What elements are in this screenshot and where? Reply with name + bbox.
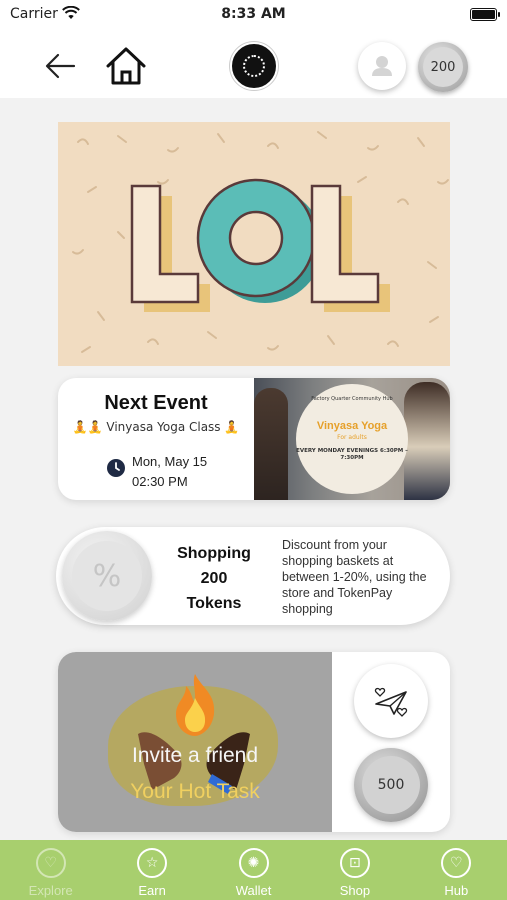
clock-time: 8:33 AM xyxy=(221,6,286,22)
invite-friend-task[interactable]: Invite a friend Your Hot Task xyxy=(58,652,332,832)
hot-task-subtitle: Your Hot Task xyxy=(130,780,260,803)
back-button[interactable] xyxy=(40,48,80,84)
star-icon: ☆ xyxy=(137,848,168,878)
hot-task-card: Invite a friend Your Hot Task 500 xyxy=(58,652,450,832)
status-bar: Carrier 8:33 AM xyxy=(0,0,507,30)
poster-heading: Factory Quarter Community Hub xyxy=(311,396,393,402)
lol-banner[interactable] xyxy=(58,122,450,366)
tab-explore[interactable]: ♡ Explore xyxy=(0,840,101,900)
bottom-tab-bar: ♡ Explore ☆ Earn ✺ Wallet ⊡ Shop ♡ Hub xyxy=(0,840,507,900)
discount-coin: % xyxy=(62,531,152,621)
top-nav: 200 xyxy=(0,30,507,98)
percent-icon: % xyxy=(72,541,142,611)
tokens-label: Tokens xyxy=(186,595,242,612)
shopping-tokens-card[interactable]: % Shopping 200 Tokens Discount from your… xyxy=(56,527,450,625)
hot-task-title: Invite a friend xyxy=(131,744,259,767)
next-event-card[interactable]: Next Event 🧘🧘 Vinyasa Yoga Class 🧘 Mon, … xyxy=(58,378,450,500)
bag-icon: ⊡ xyxy=(339,848,370,878)
poster-schedule: EVERY MONDAY EVENINGS 6:30PM – 7:30PM xyxy=(296,448,408,461)
shopping-token-amount: 200 xyxy=(200,570,228,587)
tab-earn[interactable]: ☆ Earn xyxy=(101,840,202,900)
task-reward-value: 500 xyxy=(362,756,420,814)
tab-shop[interactable]: ⊡ Shop xyxy=(304,840,405,900)
next-event-time: 02:30 PM xyxy=(132,474,188,489)
home-button[interactable] xyxy=(104,45,148,87)
back-arrow-icon xyxy=(45,53,76,79)
coin-icon: ✺ xyxy=(238,848,269,878)
tab-earn-label: Earn xyxy=(138,883,166,898)
tab-hub[interactable]: ♡ Hub xyxy=(406,840,507,900)
home-icon xyxy=(106,47,146,85)
event-poster-image: Factory Quarter Community Hub Vinyasa Yo… xyxy=(254,378,450,500)
tab-explore-label: Explore xyxy=(28,883,73,898)
poster-title: Vinyasa Yoga xyxy=(316,420,388,432)
battery-icon xyxy=(470,8,500,21)
share-task-button[interactable] xyxy=(354,664,428,738)
next-event-title: Next Event xyxy=(104,392,208,414)
shopping-tokens-title: Shopping 200 Tokens xyxy=(166,541,262,616)
coin-balance-value: 200 xyxy=(423,47,463,87)
event-poster-circle: Factory Quarter Community Hub Vinyasa Yo… xyxy=(296,384,408,494)
tab-wallet[interactable]: ✺ Wallet xyxy=(203,840,304,900)
next-event-datetime: Mon, May 15 02:30 PM xyxy=(132,452,207,492)
shopping-label: Shopping xyxy=(177,545,251,562)
task-reward-coin[interactable]: 500 xyxy=(354,748,428,822)
tab-wallet-label: Wallet xyxy=(235,883,272,898)
heart-circle-icon: ♡ xyxy=(35,848,66,878)
shopping-description: Discount from your shopping baskets at b… xyxy=(282,538,427,616)
poster-subtitle: For adults xyxy=(337,434,367,441)
heart-icon: ♡ xyxy=(441,848,472,878)
next-event-class-name: 🧘🧘 Vinyasa Yoga Class 🧘 xyxy=(72,420,240,434)
tab-hub-label: Hub xyxy=(444,883,469,898)
user-icon xyxy=(372,56,392,76)
tab-shop-label: Shop xyxy=(339,883,371,898)
yoga-person-left xyxy=(254,388,288,500)
profile-avatar-button[interactable] xyxy=(358,42,406,90)
lol-banner-graphic xyxy=(72,131,449,353)
yoga-person-right xyxy=(404,382,450,500)
paper-plane-hearts-icon xyxy=(374,687,408,717)
factory-quarter-logo xyxy=(230,42,278,90)
clock-icon xyxy=(107,459,125,477)
coin-balance-button[interactable]: 200 xyxy=(418,42,468,92)
next-event-date: Mon, May 15 xyxy=(132,454,208,469)
